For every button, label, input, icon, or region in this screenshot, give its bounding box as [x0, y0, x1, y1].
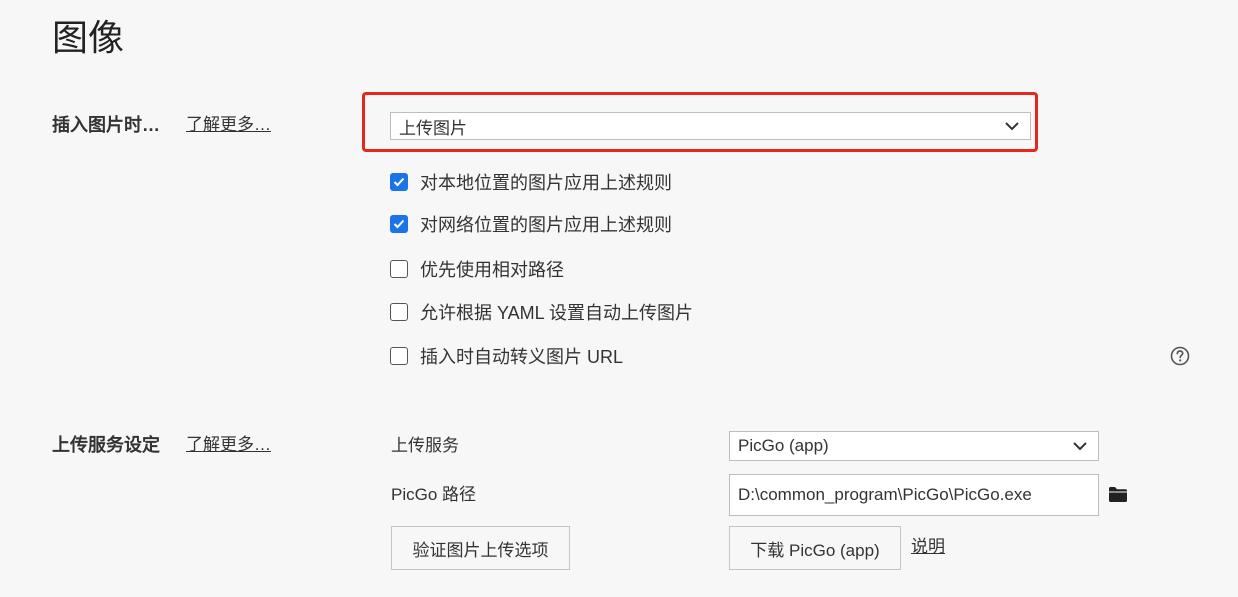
option-relative-path[interactable]: 优先使用相对路径 — [390, 257, 564, 281]
option-apply-local-label: 对本地位置的图片应用上述规则 — [420, 173, 672, 193]
checkbox-escape-url[interactable] — [390, 347, 408, 365]
download-picgo-button[interactable]: 下载 PicGo (app) — [729, 526, 901, 570]
image-preferences-page: 图像 插入图片时… 了解更多… 上传图片 对本地位置的图片应用上述规则 对网络位… — [0, 0, 1238, 597]
upload-service-field-label: 上传服务 — [391, 436, 459, 455]
page-title: 图像 — [52, 17, 125, 58]
chevron-down-icon — [1005, 122, 1019, 131]
question-circle-icon[interactable] — [1170, 346, 1190, 366]
picgo-path-input[interactable] — [729, 474, 1099, 516]
option-yaml-auto-upload-label: 允许根据 YAML 设置自动上传图片 — [420, 303, 694, 323]
insert-image-action-select[interactable]: 上传图片 — [390, 112, 1031, 140]
checkmark-icon — [393, 219, 405, 229]
checkbox-relative-path[interactable] — [390, 260, 408, 278]
upload-service-learn-more-link[interactable]: 了解更多… — [186, 433, 271, 457]
option-apply-network[interactable]: 对网络位置的图片应用上述规则 — [390, 212, 672, 236]
picgo-path-label: PicGo 路径 — [391, 485, 477, 504]
checkbox-yaml-auto-upload[interactable] — [390, 303, 408, 321]
option-apply-local[interactable]: 对本地位置的图片应用上述规则 — [390, 170, 672, 194]
option-yaml-auto-upload[interactable]: 允许根据 YAML 设置自动上传图片 — [390, 300, 693, 324]
insert-image-label: 插入图片时… — [52, 115, 160, 135]
explain-link[interactable]: 说明 — [911, 535, 945, 559]
folder-icon[interactable] — [1108, 486, 1128, 503]
insert-image-action-value: 上传图片 — [399, 118, 467, 138]
option-relative-path-label: 优先使用相对路径 — [420, 260, 564, 280]
validate-upload-button[interactable]: 验证图片上传选项 — [391, 526, 570, 570]
checkmark-icon — [393, 177, 405, 187]
insert-image-learn-more-link[interactable]: 了解更多… — [186, 113, 271, 137]
upload-service-label: 上传服务设定 — [52, 435, 160, 455]
checkbox-apply-network[interactable] — [390, 215, 408, 233]
chevron-down-icon — [1073, 442, 1087, 451]
option-escape-url[interactable]: 插入时自动转义图片 URL — [390, 344, 623, 368]
option-escape-url-label: 插入时自动转义图片 URL — [420, 347, 624, 367]
upload-service-select[interactable]: PicGo (app) — [729, 431, 1099, 461]
checkbox-apply-local[interactable] — [390, 173, 408, 191]
upload-service-value: PicGo (app) — [738, 436, 829, 455]
option-apply-network-label: 对网络位置的图片应用上述规则 — [420, 215, 672, 235]
